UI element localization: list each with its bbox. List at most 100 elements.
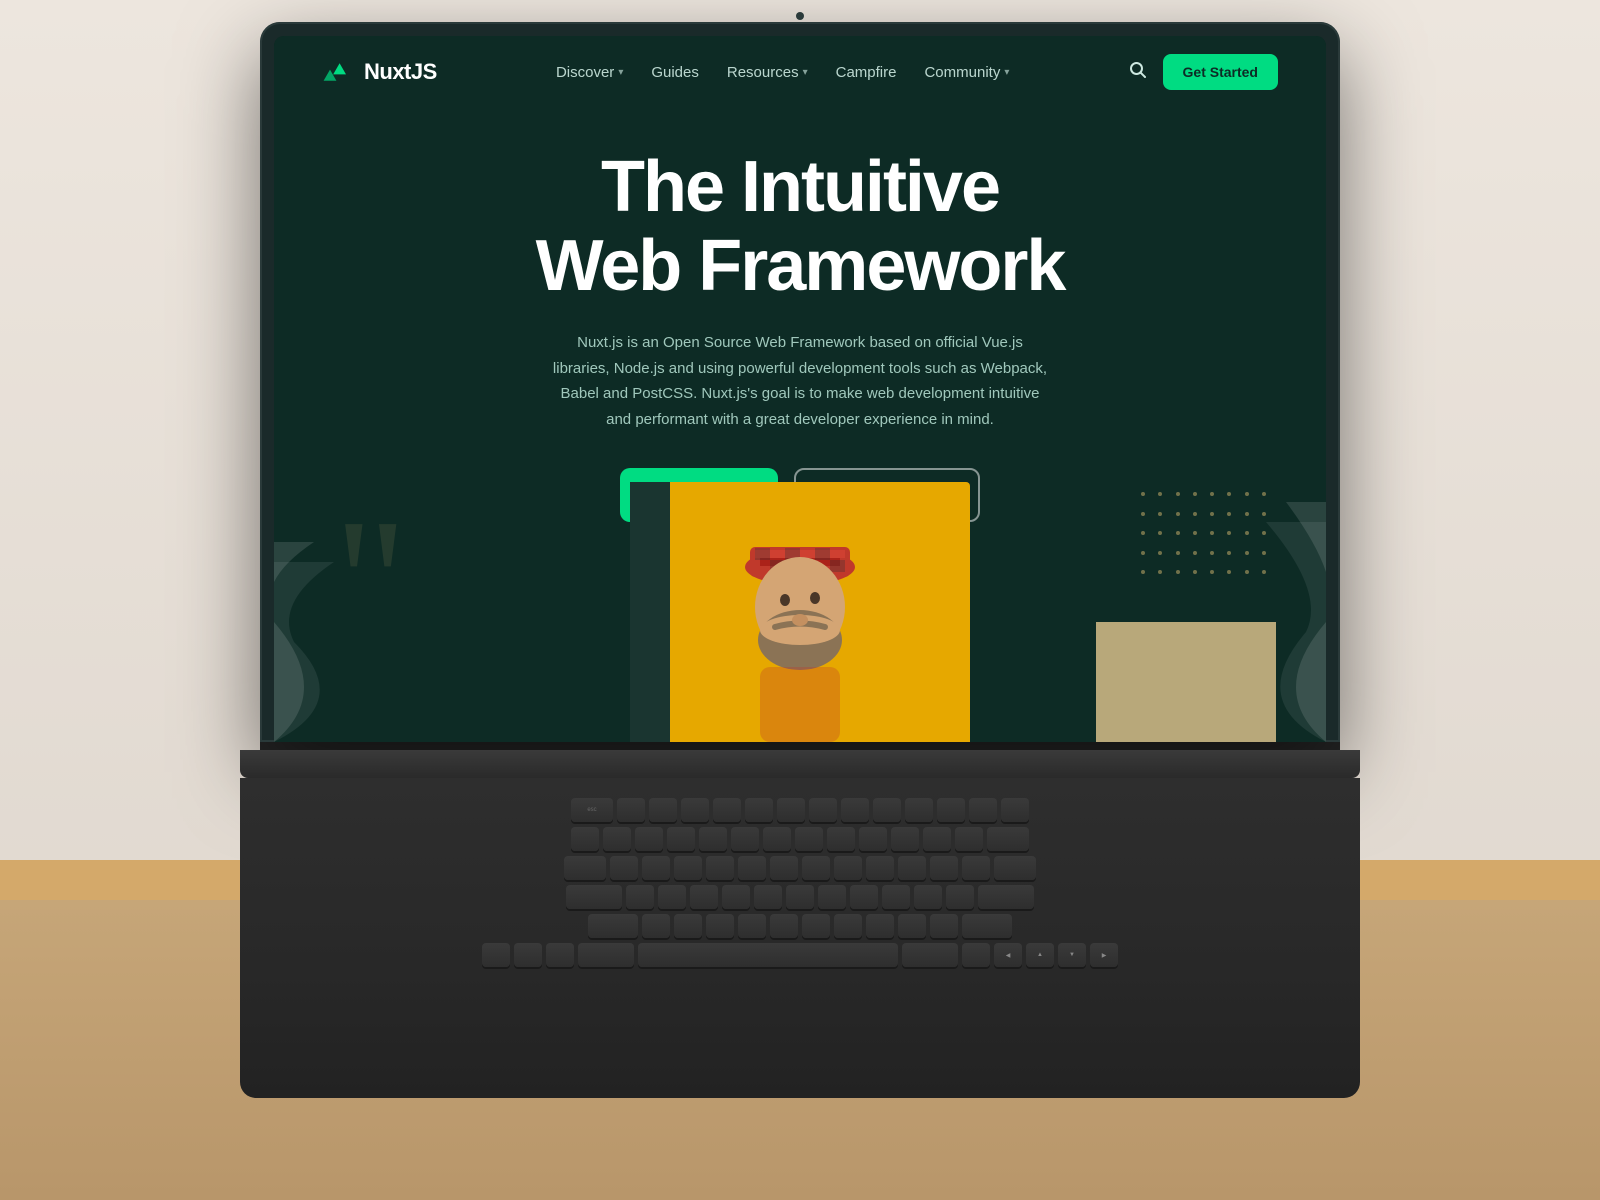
- key-semicolon: [914, 885, 942, 909]
- key-tab-key: [564, 856, 606, 880]
- keyboard-row-6: ◀ ▲ ▼ ▶: [280, 943, 1320, 967]
- key-9: [859, 827, 887, 851]
- key-arrow-u: ▲: [1026, 943, 1054, 967]
- key-cmd-r: [902, 943, 958, 967]
- key-g: [754, 885, 782, 909]
- key-6: [763, 827, 791, 851]
- hero-image: [600, 462, 1000, 742]
- key-t: [738, 856, 766, 880]
- key-w: [642, 856, 670, 880]
- key-5: [731, 827, 759, 851]
- key-f12: [969, 798, 997, 822]
- key-quote: [946, 885, 974, 909]
- key-f9: [873, 798, 901, 822]
- key-j: [818, 885, 846, 909]
- key-h: [786, 885, 814, 909]
- key-v: [738, 914, 766, 938]
- key-k: [850, 885, 878, 909]
- key-u: [802, 856, 830, 880]
- key-c: [706, 914, 734, 938]
- key-d: [690, 885, 718, 909]
- keyboard-row-2: [280, 827, 1320, 851]
- key-cmd-l: [578, 943, 634, 967]
- key-q: [610, 856, 638, 880]
- key-1: [603, 827, 631, 851]
- person-illustration: [690, 472, 910, 742]
- key-f2: [649, 798, 677, 822]
- key-7: [795, 827, 823, 851]
- nav-actions: Get Started: [1129, 54, 1278, 90]
- hero-title: The Intuitive Web Framework: [536, 148, 1065, 306]
- logo-text: NuxtJS: [364, 59, 437, 85]
- nav-campfire[interactable]: Campfire: [836, 64, 897, 81]
- key-x: [674, 914, 702, 938]
- key-p: [898, 856, 926, 880]
- chevron-down-icon-resources: ▾: [803, 67, 808, 78]
- key-arrow-d: ▼: [1058, 943, 1086, 967]
- key-spacebar[interactable]: [638, 943, 898, 967]
- nav-guides[interactable]: Guides: [651, 64, 699, 81]
- nav-resources[interactable]: Resources ▾: [727, 64, 808, 81]
- key-b: [770, 914, 798, 938]
- tan-block-decoration: [1096, 622, 1276, 742]
- key-comma: [866, 914, 894, 938]
- dark-stripe: [630, 482, 670, 742]
- key-2: [635, 827, 663, 851]
- logo-area[interactable]: NuxtJS: [322, 58, 437, 86]
- key-bracket-r: [962, 856, 990, 880]
- key-return: [994, 856, 1036, 880]
- nuxt-logo-icon: [322, 58, 354, 86]
- key-i: [834, 856, 862, 880]
- key-delete: [987, 827, 1029, 851]
- keyboard-area: esc: [240, 778, 1360, 1098]
- key-period: [898, 914, 926, 938]
- key-option: [546, 943, 574, 967]
- laptop-hinge: [260, 742, 1340, 750]
- key-4: [699, 827, 727, 851]
- keyboard-row-3: [280, 856, 1320, 880]
- key-8: [827, 827, 855, 851]
- key-f5: [745, 798, 773, 822]
- screen-bezel: NuxtJS Discover ▾ Guides Resources ▾: [274, 36, 1326, 742]
- chevron-down-icon-community: ▾: [1004, 67, 1009, 78]
- nav-discover[interactable]: Discover ▾: [556, 64, 623, 81]
- key-ctrl: [514, 943, 542, 967]
- key-f6: [777, 798, 805, 822]
- key-arrow-r: ▶: [1090, 943, 1118, 967]
- key-o: [866, 856, 894, 880]
- keyboard-row-4: [280, 885, 1320, 909]
- key-l: [882, 885, 910, 909]
- laptop-screen-outer: NuxtJS Discover ▾ Guides Resources ▾: [260, 22, 1340, 742]
- key-z: [642, 914, 670, 938]
- key-backtick: [571, 827, 599, 851]
- key-f4: [713, 798, 741, 822]
- key-f3: [681, 798, 709, 822]
- key-f7: [809, 798, 837, 822]
- key-fn: [482, 943, 510, 967]
- key-tab: esc: [571, 798, 613, 822]
- key-f10: [905, 798, 933, 822]
- key-f8: [841, 798, 869, 822]
- get-started-nav-button[interactable]: Get Started: [1163, 54, 1278, 90]
- hero-subtitle: Nuxt.js is an Open Source Web Framework …: [550, 330, 1050, 432]
- search-icon[interactable]: [1129, 61, 1147, 84]
- key-power: [1001, 798, 1029, 822]
- key-slash: [930, 914, 958, 938]
- keyboard-row-1: esc: [280, 798, 1320, 822]
- key-minus: [923, 827, 951, 851]
- keyboard-row-5: [280, 914, 1320, 938]
- key-3: [667, 827, 695, 851]
- camera-dot: [796, 12, 804, 20]
- website: NuxtJS Discover ▾ Guides Resources ▾: [274, 36, 1326, 742]
- key-e: [674, 856, 702, 880]
- key-arrow-l: ◀: [994, 943, 1022, 967]
- key-0: [891, 827, 919, 851]
- nav-community[interactable]: Community ▾: [924, 64, 1009, 81]
- nav-links: Discover ▾ Guides Resources ▾ Campfire: [556, 64, 1009, 81]
- key-y: [770, 856, 798, 880]
- laptop-base: [240, 750, 1360, 778]
- key-f1: [617, 798, 645, 822]
- key-shift-l: [588, 914, 638, 938]
- key-return-2: [978, 885, 1034, 909]
- wave-left-decoration: [274, 542, 494, 742]
